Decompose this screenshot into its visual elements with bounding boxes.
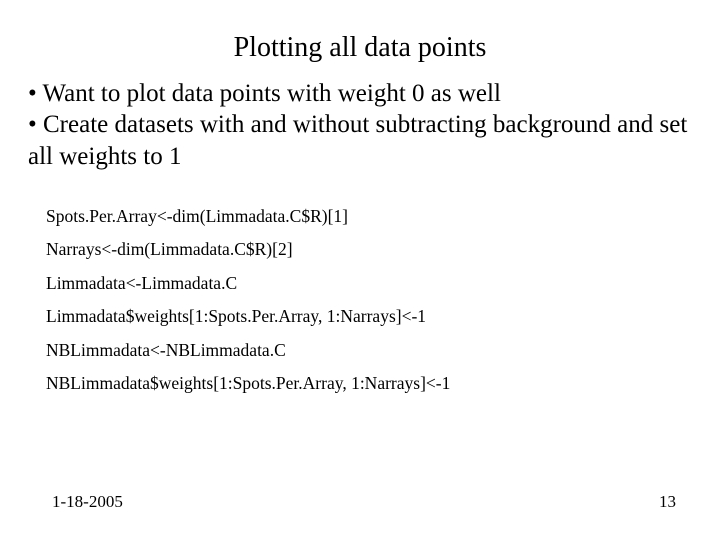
code-line: Limmadata$weights[1:Spots.Per.Array, 1:N… (46, 308, 692, 326)
footer: 1-18-2005 13 (0, 492, 720, 512)
code-line: NBLimmadata<-NBLimmadata.C (46, 342, 692, 360)
slide-title: Plotting all data points (28, 32, 692, 64)
bullet-item: • Want to plot data points with weight 0… (28, 78, 692, 109)
code-line: NBLimmadata$weights[1:Spots.Per.Array, 1… (46, 375, 692, 393)
footer-page-number: 13 (659, 492, 676, 512)
code-line: Limmadata<-Limmadata.C (46, 275, 692, 293)
bullet-item: • Create datasets with and without subtr… (28, 109, 692, 172)
code-line: Spots.Per.Array<-dim(Limmadata.C$R)[1] (46, 208, 692, 226)
code-line: Narrays<-dim(Limmadata.C$R)[2] (46, 241, 692, 259)
code-block: Spots.Per.Array<-dim(Limmadata.C$R)[1] N… (28, 208, 692, 393)
bullet-list: • Want to plot data points with weight 0… (28, 78, 692, 172)
footer-date: 1-18-2005 (52, 492, 123, 512)
